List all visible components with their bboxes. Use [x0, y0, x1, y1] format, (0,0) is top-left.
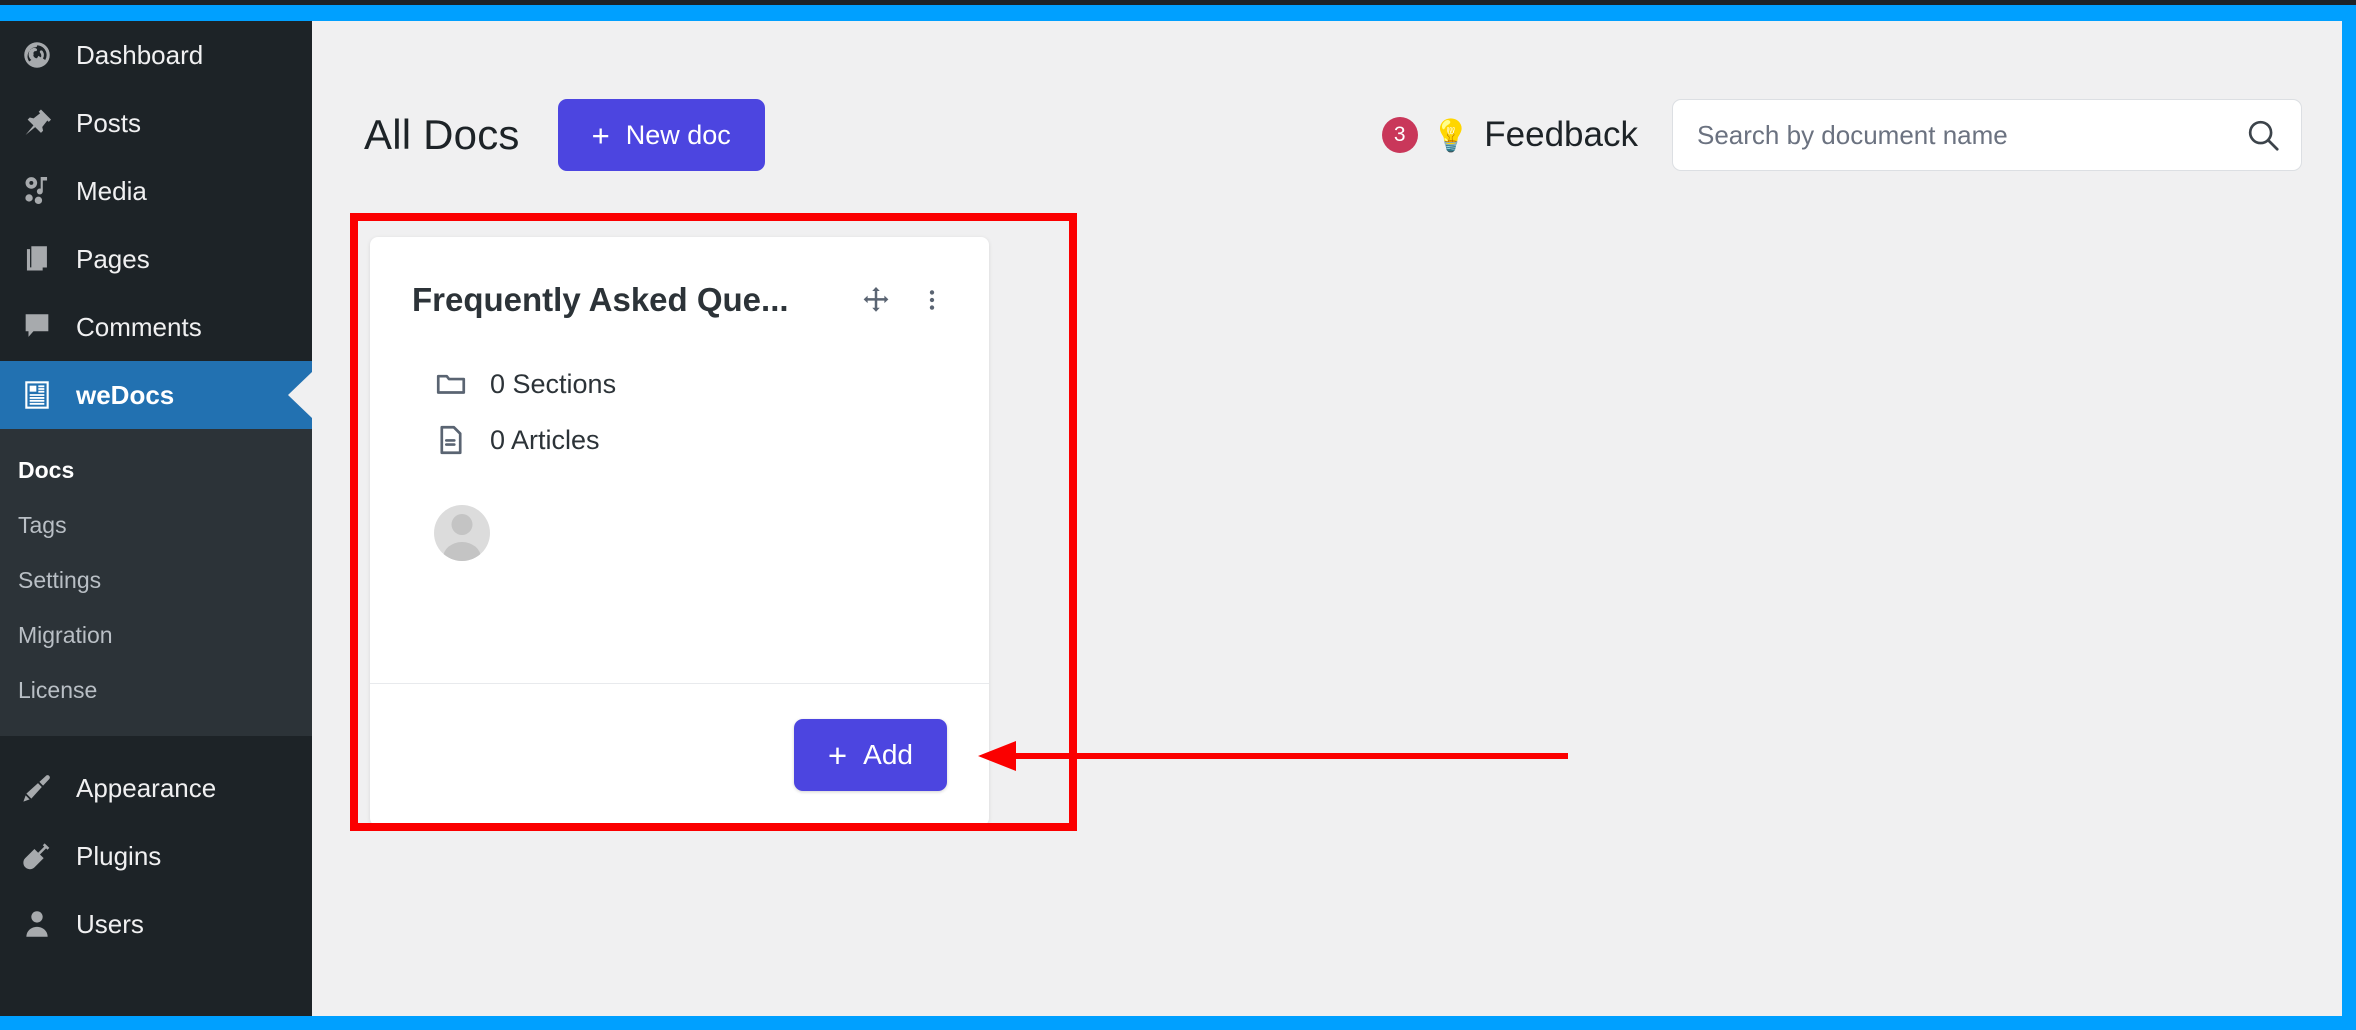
- wedocs-icon: [16, 374, 58, 416]
- page-title: All Docs: [364, 111, 520, 158]
- doc-articles-stat: 0 Articles: [434, 423, 947, 457]
- sidebar-item-media[interactable]: Media: [0, 157, 312, 225]
- sidebar-item-label: Appearance: [76, 772, 217, 803]
- doc-sections-label: 0 Sections: [490, 368, 617, 399]
- folder-icon: [434, 367, 468, 401]
- sidebar-item-dashboard[interactable]: Dashboard: [0, 21, 312, 89]
- doc-card-footer: + Add: [370, 683, 989, 826]
- add-button[interactable]: + Add: [793, 719, 947, 791]
- sidebar-item-comments[interactable]: Comments: [0, 293, 312, 361]
- sidebar-item-plugins[interactable]: Plugins: [0, 822, 312, 890]
- sidebar-item-appearance[interactable]: Appearance: [0, 754, 312, 822]
- doc-articles-label: 0 Articles: [490, 424, 600, 455]
- doc-card-actions: [861, 285, 947, 315]
- doc-card-body: Frequently Asked Que... 0 Sections 0 Art…: [370, 237, 989, 683]
- wp-admin-viewport: Dashboard Posts Media Pages Comments weD…: [0, 21, 2342, 1016]
- browser-frame: Dashboard Posts Media Pages Comments weD…: [0, 0, 2356, 1030]
- submenu-item-license[interactable]: License: [0, 663, 312, 718]
- feedback-count-badge: 3: [1381, 117, 1418, 153]
- toolbar-right-group: 3 💡 Feedback: [1381, 99, 2302, 171]
- comment-icon: [16, 306, 58, 348]
- sidebar-item-pages[interactable]: Pages: [0, 225, 312, 293]
- sidebar-item-label: Posts: [76, 107, 142, 138]
- sidebar-item-label: Pages: [76, 243, 150, 274]
- sidebar-item-label: Users: [76, 908, 144, 939]
- menu-separator: [0, 736, 312, 754]
- plug-icon: [16, 835, 58, 877]
- main-content: All Docs + New doc 3 💡 Feedback Search b…: [312, 21, 2342, 1016]
- page-toolbar: All Docs + New doc 3 💡 Feedback: [364, 93, 2302, 177]
- more-vertical-icon[interactable]: [919, 287, 945, 313]
- admin-top-strip: [0, 0, 2356, 5]
- new-doc-label: New doc: [625, 119, 731, 150]
- pin-icon: [16, 102, 58, 144]
- sidebar-item-posts[interactable]: Posts: [0, 89, 312, 157]
- search-input[interactable]: [1672, 99, 2302, 171]
- submenu-item-settings[interactable]: Settings: [0, 553, 312, 608]
- sidebar-item-label: weDocs: [76, 379, 175, 410]
- brush-icon: [16, 767, 58, 809]
- sidebar-item-wedocs[interactable]: weDocs: [0, 361, 312, 429]
- sidebar-item-label: Dashboard: [76, 39, 204, 70]
- feedback-label: Feedback: [1484, 115, 1638, 154]
- submenu-item-docs[interactable]: Docs: [0, 443, 312, 498]
- media-icon: [16, 170, 58, 212]
- sidebar-item-users[interactable]: Users: [0, 890, 312, 958]
- doc-card-title: Frequently Asked Que...: [412, 281, 789, 318]
- search-icon[interactable]: [2244, 116, 2282, 154]
- lightbulb-icon: 💡: [1431, 117, 1471, 153]
- admin-sidebar: Dashboard Posts Media Pages Comments weD…: [0, 21, 312, 1016]
- plus-icon: +: [827, 736, 848, 774]
- sidebar-item-label: Comments: [76, 311, 202, 342]
- user-icon: [16, 903, 58, 945]
- avatar: [434, 505, 490, 561]
- doc-card-header: Frequently Asked Que...: [412, 281, 947, 319]
- add-label: Add: [863, 739, 913, 770]
- file-icon: [434, 423, 468, 457]
- feedback-button[interactable]: 3 💡 Feedback: [1381, 115, 1638, 155]
- sidebar-item-label: Media: [76, 175, 147, 206]
- sidebar-item-label: Plugins: [76, 840, 162, 871]
- search-box: [1672, 99, 2302, 171]
- doc-card[interactable]: Frequently Asked Que... 0 Sections 0 Art…: [370, 237, 989, 826]
- wedocs-submenu: Docs Tags Settings Migration License: [0, 429, 312, 736]
- pages-icon: [16, 238, 58, 280]
- doc-sections-stat: 0 Sections: [434, 367, 947, 401]
- plus-icon: +: [591, 117, 610, 153]
- dashboard-icon: [16, 34, 58, 76]
- red-arrow-annotation: [978, 741, 1568, 771]
- move-handle-icon[interactable]: [861, 285, 891, 315]
- submenu-item-migration[interactable]: Migration: [0, 608, 312, 663]
- new-doc-button[interactable]: + New doc: [557, 99, 765, 171]
- submenu-item-tags[interactable]: Tags: [0, 498, 312, 553]
